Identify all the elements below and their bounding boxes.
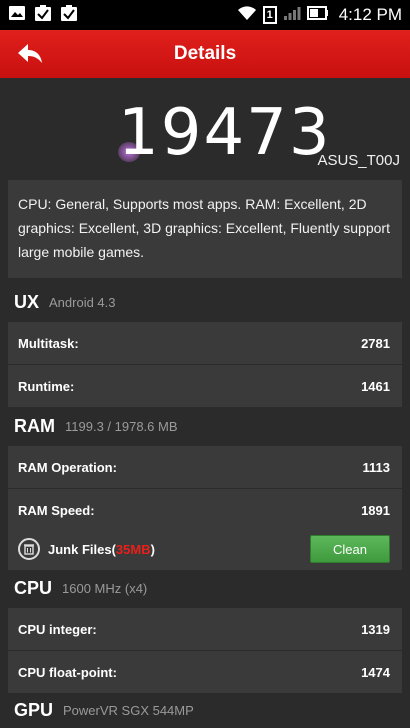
row-label: RAM Speed:	[18, 502, 95, 518]
image-notification-icon	[8, 5, 26, 26]
row-label: CPU float-point:	[18, 664, 117, 680]
table-row: CPU integer: 1319	[8, 608, 402, 650]
section-ux: UX Android 4.3	[0, 282, 410, 322]
table-row: CPU float-point: 1474	[8, 651, 402, 693]
junk-files-row: Junk Files(35MB) Clean	[8, 528, 402, 570]
row-label: RAM Operation:	[18, 459, 117, 475]
row-label: Multitask:	[18, 335, 79, 351]
status-bar: 1 4:12 PM	[0, 0, 410, 30]
row-value: 1461	[361, 378, 390, 394]
table-row: RAM Speed: 1891	[8, 489, 402, 531]
battery-icon	[306, 5, 329, 25]
checklist-notification-icon-2	[60, 4, 78, 27]
sim-indicator-icon: 1	[262, 6, 277, 24]
row-value: 2781	[361, 335, 390, 351]
score-area: 19473 ASUS_T00J	[0, 78, 410, 178]
row-value: 1891	[361, 502, 390, 518]
row-label: Runtime:	[18, 378, 75, 394]
checklist-notification-icon	[34, 4, 52, 27]
clean-button[interactable]: Clean	[310, 535, 390, 563]
section-subtitle: PowerVR SGX 544MP	[63, 702, 194, 718]
section-title: UX	[14, 291, 40, 312]
section-cpu: CPU 1600 MHz (x4)	[0, 568, 410, 608]
section-ram: RAM 1199.3 / 1978.6 MB	[0, 406, 410, 446]
signal-icon	[283, 5, 301, 26]
row-value: 1474	[361, 664, 390, 680]
clock: 4:12 PM	[338, 5, 402, 24]
table-row: Multitask: 2781	[8, 322, 402, 364]
section-subtitle: 1199.3 / 1978.6 MB	[65, 418, 178, 434]
section-subtitle: Android 4.3	[49, 294, 116, 310]
section-title: GPU	[14, 699, 54, 720]
wifi-icon	[237, 5, 257, 26]
back-button[interactable]	[14, 40, 46, 68]
back-arrow-icon	[18, 44, 42, 63]
table-row: Runtime: 1461	[8, 365, 402, 407]
rating-description: CPU: General, Supports most apps. RAM: E…	[8, 180, 402, 278]
section-title: CPU	[14, 577, 53, 598]
section-gpu: GPU PowerVR SGX 544MP	[0, 692, 410, 728]
junk-size: 35MB	[115, 541, 151, 557]
page-title: Details	[173, 43, 237, 64]
junk-files-label: Junk Files(35MB)	[48, 541, 155, 557]
section-subtitle: 1600 MHz (x4)	[62, 580, 148, 596]
row-value: 1319	[361, 621, 390, 637]
section-title: RAM	[14, 415, 55, 436]
row-label: CPU integer:	[18, 621, 97, 637]
row-value: 1113	[362, 459, 391, 475]
total-score: 19473	[118, 96, 332, 170]
device-name: ASUS_T00J	[317, 152, 400, 169]
table-row: RAM Operation: 1113	[8, 446, 402, 488]
trash-icon	[18, 538, 40, 560]
app-header: Details	[0, 30, 410, 78]
